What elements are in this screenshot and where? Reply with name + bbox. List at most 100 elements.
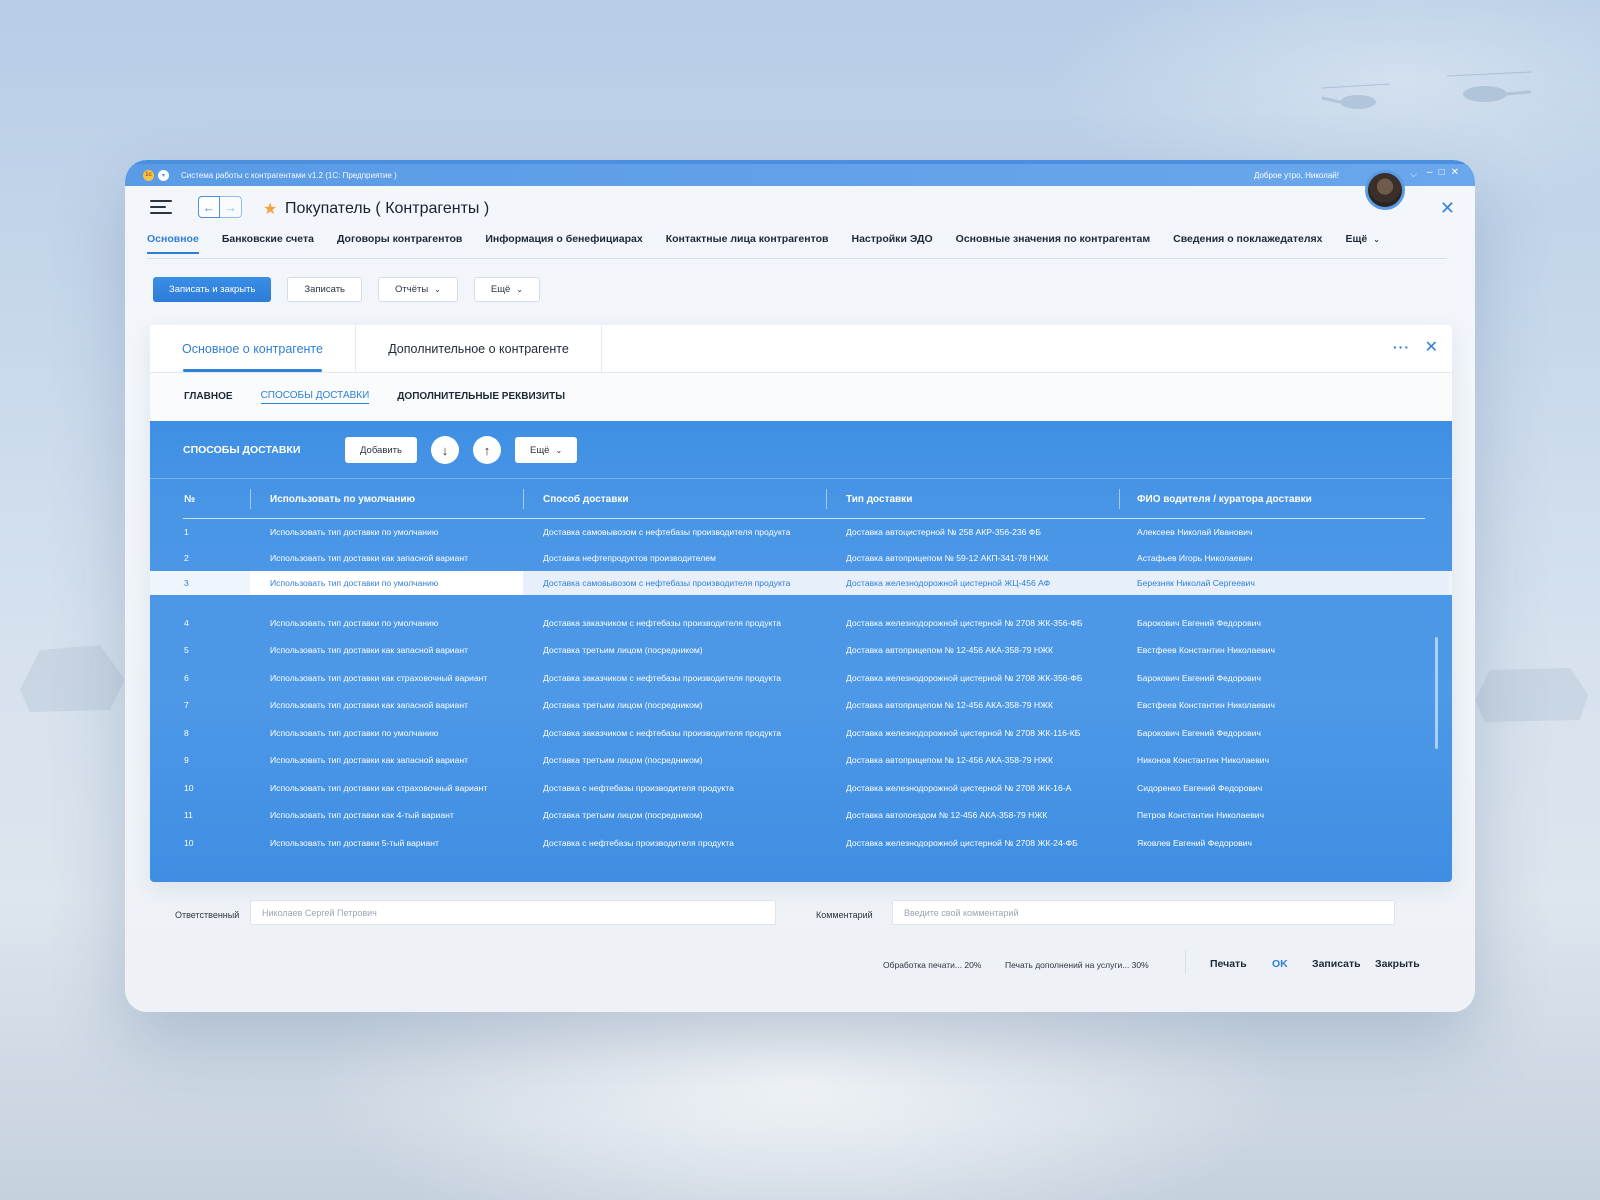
more-label: Ещё bbox=[490, 284, 511, 295]
close-window-icon[interactable]: ✕ bbox=[1451, 167, 1459, 178]
divider bbox=[147, 258, 1447, 259]
title-bar: 1c ▾ Система работы с контрагентами v1.2… bbox=[125, 164, 1475, 186]
tab-default-values[interactable]: Основные значения по контрагентам bbox=[956, 233, 1150, 254]
cell-driver: Сидоренко Евгений Федорович bbox=[1137, 782, 1263, 793]
cell-method: Доставка самовывозом с нефтебазы произво… bbox=[523, 571, 826, 595]
col-type[interactable]: Тип доставки bbox=[826, 489, 1119, 509]
tab-depositors[interactable]: Сведения о поклажедателях bbox=[1173, 233, 1322, 254]
more-dots-icon[interactable]: ··· bbox=[1393, 339, 1410, 355]
tab-main-info[interactable]: Основное о контрагенте bbox=[150, 325, 356, 372]
col-method[interactable]: Способ доставки bbox=[523, 489, 826, 509]
cell-type: Доставка железнодорожной цистерной № 270… bbox=[846, 837, 1078, 848]
tab-additional-info[interactable]: Дополнительное о контрагенте bbox=[356, 325, 602, 372]
cell-type: Доставка железнодорожной цистерной № 270… bbox=[846, 782, 1072, 793]
close-icon[interactable]: ✕ bbox=[1425, 337, 1438, 357]
cell-number: 4 bbox=[184, 618, 189, 628]
more-dropdown[interactable]: Ещё ⌄ bbox=[473, 277, 540, 302]
table-row[interactable]: 8 Использовать тип доставки по умолчанию Д… bbox=[150, 718, 1452, 747]
cell-use-default: Использовать тип доставки как запасной в… bbox=[270, 553, 469, 563]
cell-number: 10 bbox=[184, 782, 194, 793]
table-row[interactable]: 1 Использовать тип доставки по умолчанию Д… bbox=[150, 519, 1452, 545]
tab-contracts[interactable]: Договоры контрагентов bbox=[337, 233, 462, 254]
table-row[interactable]: 4 Использовать тип доставки по умолчанию Д… bbox=[150, 595, 1452, 637]
cell-method: Доставка заказчиком с нефтебазы производ… bbox=[543, 672, 782, 683]
cell-number: 10 bbox=[184, 837, 194, 848]
chevron-down-icon: ⌄ bbox=[434, 285, 441, 294]
tab-bank-accounts[interactable]: Банковские счета bbox=[222, 233, 314, 254]
comment-field[interactable]: Введите свой комментарий bbox=[892, 900, 1395, 925]
tab-contacts[interactable]: Контактные лица контрагентов bbox=[666, 233, 829, 254]
tab-beneficiaries[interactable]: Информация о бенефициарах bbox=[485, 233, 642, 254]
save-and-close-button[interactable]: Записать и закрыть bbox=[153, 277, 272, 302]
table-row[interactable]: 3 Использовать тип доставки по умолчанию Д… bbox=[150, 571, 1452, 595]
tab-more[interactable]: Ещё ⌄ bbox=[1345, 233, 1379, 254]
table-row[interactable]: 10 Использовать тип доставки 5-тый вариан… bbox=[150, 828, 1452, 857]
panel-tabs: Основное о контрагенте Дополнительное о … bbox=[150, 325, 1452, 373]
responsible-label: Ответственный bbox=[175, 910, 240, 920]
cell-use-default: Использовать тип доставки как страховочн… bbox=[270, 672, 488, 683]
save-footer-button[interactable]: Записать bbox=[1312, 958, 1361, 970]
tab-edo-settings[interactable]: Настройки ЭДО bbox=[852, 233, 933, 254]
cell-method: Доставка третьим лицом (посредником) bbox=[543, 810, 703, 820]
tab-more-label: Ещё bbox=[1345, 233, 1368, 245]
back-arrow-icon[interactable]: ← bbox=[198, 196, 220, 218]
grid-more-button[interactable]: Ещё ⌄ bbox=[515, 437, 578, 463]
tab-osnovnoe[interactable]: Основное bbox=[147, 233, 199, 254]
cell-driver: Яковлев Евгений Федорович bbox=[1137, 837, 1253, 848]
chevron-down-icon[interactable]: ⌵ bbox=[1410, 169, 1417, 180]
cell-type: Доставка автоприцепом № 59-12 АКП-341-78… bbox=[846, 553, 1049, 563]
favorite-star-icon[interactable]: ★ bbox=[263, 199, 277, 219]
cell-driver: Барокович Евгений Федорович bbox=[1137, 727, 1261, 738]
cell-driver: Барокович Евгений Федорович bbox=[1137, 618, 1261, 628]
table-row[interactable]: 2 Использовать тип доставки как запасной … bbox=[150, 545, 1452, 571]
divider bbox=[1185, 950, 1186, 974]
delivery-table: № Использовать по умолчанию Способ доста… bbox=[150, 479, 1452, 857]
cell-driver: Барокович Евгений Федорович bbox=[1137, 672, 1261, 683]
close-button[interactable]: Закрыть bbox=[1375, 958, 1420, 970]
table-row[interactable]: 10 Использовать тип доставки как страхово… bbox=[150, 773, 1452, 802]
menu-icon[interactable] bbox=[150, 200, 172, 218]
cell-number: 9 bbox=[184, 755, 189, 765]
responsible-field[interactable]: Николаев Сергей Петрович bbox=[250, 900, 776, 925]
main-tabs: Основное Банковские счета Договоры контр… bbox=[147, 233, 1403, 254]
maximize-icon[interactable]: □ bbox=[1439, 167, 1445, 178]
table-header: № Использовать по умолчанию Способ доста… bbox=[150, 479, 1452, 519]
ok-button[interactable]: OK bbox=[1272, 958, 1288, 970]
table-row[interactable]: 5 Использовать тип доставки как запасной … bbox=[150, 637, 1452, 663]
subtab-extra-requisites[interactable]: ДОПОЛНИТЕЛЬНЫЕ РЕКВИЗИТЫ bbox=[397, 391, 565, 404]
minimize-icon[interactable]: – bbox=[1427, 167, 1433, 178]
subtab-main[interactable]: ГЛАВНОЕ bbox=[184, 391, 233, 404]
table-row[interactable]: 6 Использовать тип доставки как страховоч… bbox=[150, 663, 1452, 692]
delivery-grid: СПОСОБЫ ДОСТАВКИ Добавить ↓ ↑ Ещё ⌄ № Исп… bbox=[150, 421, 1452, 882]
reports-dropdown[interactable]: Отчёты ⌄ bbox=[378, 277, 458, 302]
cell-number: 2 bbox=[184, 553, 189, 563]
col-number[interactable]: № bbox=[150, 489, 250, 509]
cell-driver: Евстфеев Константин Николаевич bbox=[1137, 645, 1275, 655]
col-driver[interactable]: ФИО водителя / куратора доставки bbox=[1119, 489, 1449, 509]
save-button[interactable]: Записать bbox=[287, 277, 362, 302]
print-button[interactable]: Печать bbox=[1210, 958, 1247, 970]
window-title: Система работы с контрагентами v1.2 (1С:… bbox=[181, 170, 397, 180]
add-button[interactable]: Добавить bbox=[345, 437, 417, 463]
chevron-down-icon: ⌄ bbox=[1373, 235, 1380, 244]
vehicle-illustration bbox=[20, 645, 125, 712]
menu-dot-icon[interactable]: ▾ bbox=[158, 169, 169, 181]
cell-type: Доставка автоцистерной № 258 АКР-356-236… bbox=[846, 527, 1041, 537]
vertical-scrollbar[interactable] bbox=[1435, 637, 1438, 749]
table-row[interactable]: 9 Использовать тип доставки как запасной … bbox=[150, 747, 1452, 773]
app-logo-icon: 1c bbox=[143, 169, 154, 181]
table-row[interactable]: 7 Использовать тип доставки как запасной … bbox=[150, 692, 1452, 718]
forward-arrow-icon[interactable]: → bbox=[220, 196, 242, 218]
cell-number: 8 bbox=[184, 727, 189, 738]
move-down-icon[interactable]: ↓ bbox=[431, 436, 459, 464]
subtabs: ГЛАВНОЕ СПОСОБЫ ДОСТАВКИ ДОПОЛНИТЕЛЬНЫЕ … bbox=[150, 373, 1452, 421]
col-use-default[interactable]: Использовать по умолчанию bbox=[250, 489, 523, 509]
cell-use-default: Использовать тип доставки 5-тый вариант bbox=[270, 837, 439, 848]
toolbar: Записать и закрыть Записать Отчёты ⌄ Ещё ⌄ bbox=[153, 277, 556, 302]
table-row[interactable]: 11 Использовать тип доставки как 4-тый ва… bbox=[150, 802, 1452, 828]
cell-method: Доставка третьим лицом (посредником) bbox=[543, 645, 703, 655]
subtab-delivery-methods[interactable]: СПОСОБЫ ДОСТАВКИ bbox=[260, 390, 370, 404]
close-icon[interactable]: ✕ bbox=[1440, 198, 1455, 219]
move-up-icon[interactable]: ↑ bbox=[473, 436, 501, 464]
progress-additions: Печать дополнений на услуги... 30% bbox=[1005, 960, 1149, 970]
